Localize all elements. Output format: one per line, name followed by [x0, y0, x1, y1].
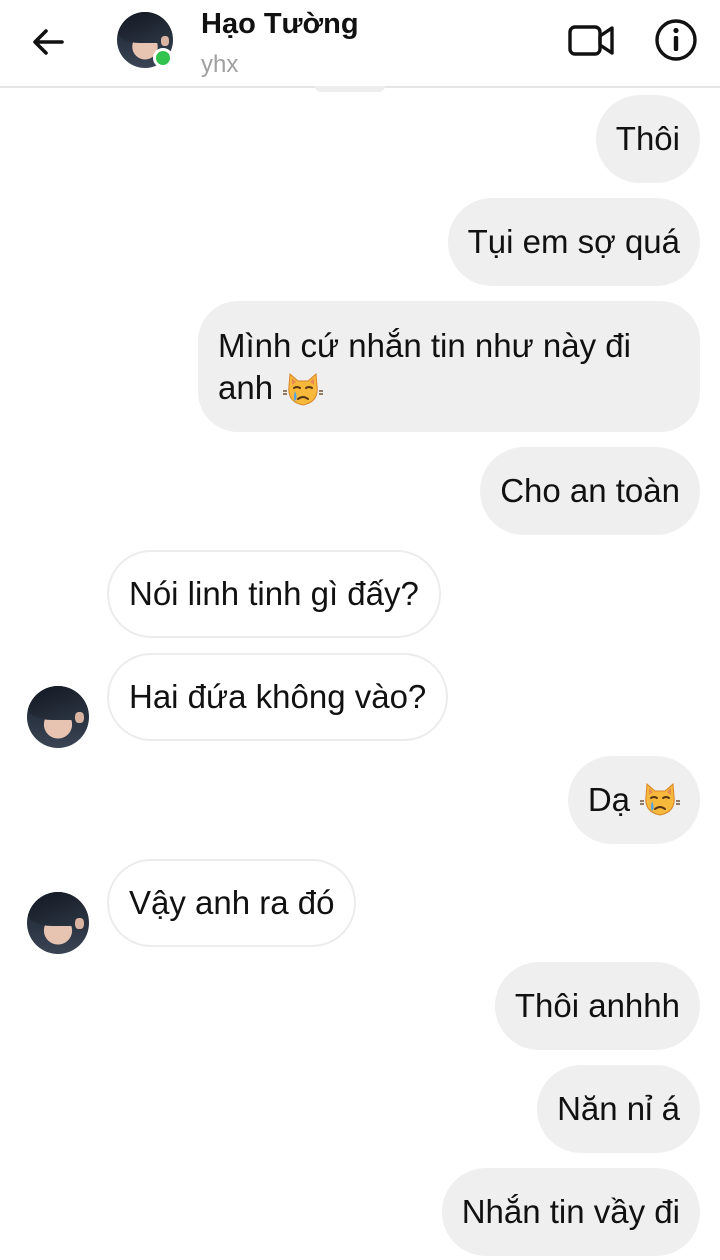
- message-text: Thôi anhhh: [514, 987, 680, 1024]
- message-text: Dạ: [587, 781, 630, 818]
- message-text: Thôi: [615, 120, 680, 157]
- message-text: Năn nỉ á: [557, 1090, 680, 1127]
- video-camera-icon[interactable]: [566, 18, 616, 62]
- message-text-line: Mình cứ nhắn tin như này đi: [218, 326, 631, 364]
- message-text: Hai đứa không vào?: [129, 678, 427, 715]
- chat-header: Hạo Tường yhx: [0, 0, 720, 88]
- message-bubble-outgoing[interactable]: Thôi anhhh: [494, 962, 700, 1050]
- message-bubble-outgoing[interactable]: Nhắn tin vầy đi: [441, 1168, 700, 1256]
- back-arrow-icon[interactable]: [28, 22, 68, 62]
- message-text: Nói linh tinh gì đấy?: [129, 575, 419, 612]
- contact-username: yhx: [201, 51, 239, 78]
- sender-avatar[interactable]: [27, 892, 89, 954]
- crying-cat-face-icon: [640, 782, 680, 816]
- info-icon[interactable]: [652, 16, 700, 64]
- message-text: Cho an toàn: [500, 472, 680, 509]
- message-bubble-outgoing[interactable]: Năn nỉ á: [537, 1065, 700, 1153]
- message-text: Vậy anh ra đó: [129, 884, 335, 921]
- sender-avatar[interactable]: [27, 686, 89, 748]
- online-status-dot: [153, 48, 173, 68]
- message-text: Tụi em sợ quá: [467, 223, 680, 260]
- message-bubble-outgoing[interactable]: Tụi em sợ quá: [447, 198, 700, 286]
- crying-cat-face-icon: [283, 372, 324, 406]
- message-bubble-incoming[interactable]: Nói linh tinh gì đấy?: [107, 550, 441, 638]
- message-bubble-outgoing[interactable]: Cho an toàn: [480, 447, 700, 535]
- message-bubble-incoming[interactable]: Hai đứa không vào?: [107, 653, 449, 741]
- message-bubble-incoming[interactable]: Vậy anh ra đó: [107, 859, 357, 947]
- message-bubble-outgoing[interactable]: Mình cứ nhắn tin như này đi anh: [198, 301, 700, 432]
- contact-avatar[interactable]: [117, 12, 173, 68]
- message-text: Nhắn tin vầy đi: [461, 1193, 680, 1230]
- contact-name[interactable]: Hạo Tường: [201, 8, 359, 41]
- scroll-edge: [315, 86, 385, 92]
- message-text-line: anh: [218, 367, 324, 409]
- message-bubble-outgoing[interactable]: Thôi: [595, 95, 700, 183]
- message-bubble-outgoing[interactable]: Dạ: [567, 756, 700, 844]
